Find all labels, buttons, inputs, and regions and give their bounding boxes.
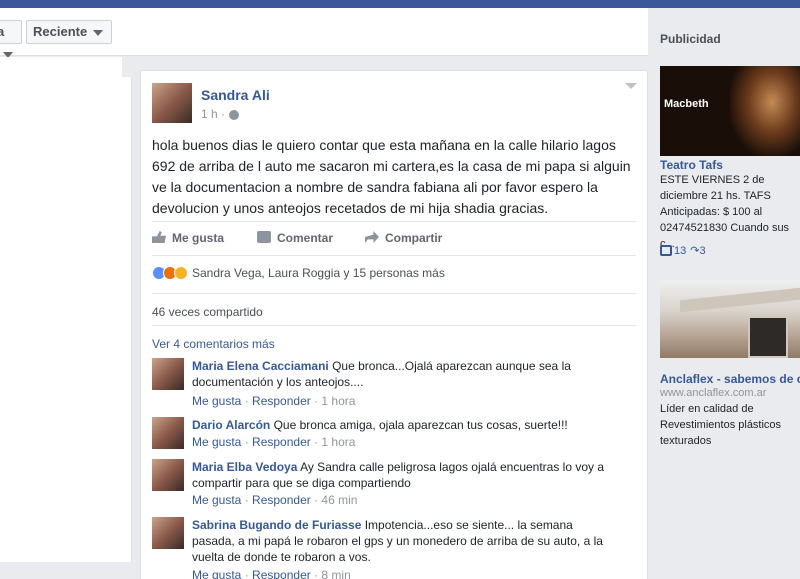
comment-time[interactable]: 1 hora <box>321 394 355 408</box>
ad-image-anclaflex[interactable] <box>660 280 800 358</box>
ad-title-teatro[interactable]: Teatro Tafs <box>660 158 723 172</box>
ad-title-anclaflex[interactable]: Anclaflex - sabemos de c... <box>660 372 800 386</box>
commenter-avatar[interactable] <box>152 459 184 491</box>
sort-dropdown-label: Reciente <box>33 24 88 39</box>
ad-stats: 13 ↷3 <box>660 244 706 257</box>
commenter-name[interactable]: Sabrina Bugando de Furiasse <box>192 518 361 532</box>
comment-like-link[interactable]: Me gusta <box>192 493 241 507</box>
commenter-name[interactable]: Maria Elena Cacciamani <box>192 359 329 373</box>
panel-divider <box>122 57 132 77</box>
comment-button[interactable]: Comentar <box>257 231 333 245</box>
commenter-avatar[interactable] <box>152 358 184 390</box>
top-nav-bar <box>0 0 800 8</box>
commenter-name[interactable]: Dario Alarcón <box>192 418 270 432</box>
comment-reply-link[interactable]: Responder <box>252 568 311 579</box>
chevron-down-icon <box>93 29 104 36</box>
building-roof <box>680 287 800 313</box>
sad-reaction-icon <box>174 266 188 280</box>
globe-icon <box>229 109 240 120</box>
feed-filter-bar: a Reciente <box>0 8 648 58</box>
post-text: hola buenos dias le quiero contar que es… <box>152 137 631 216</box>
comment-text-block: Maria Elba Vedoya Ay Sandra calle peligr… <box>192 459 607 491</box>
divider <box>152 221 636 222</box>
comment-time[interactable]: 46 min <box>321 493 357 507</box>
comment-reply-link[interactable]: Responder <box>252 394 311 408</box>
building-window <box>748 316 788 358</box>
filter-dropdown[interactable]: a <box>0 20 22 58</box>
comment-text-block: Dario Alarcón Que bronca amiga, ojala ap… <box>192 417 607 433</box>
ad-shares-count[interactable]: 3 <box>699 245 705 257</box>
commenter-avatar[interactable] <box>152 517 184 549</box>
comment-like-link[interactable]: Me gusta <box>192 394 241 408</box>
thumbs-up-icon <box>660 245 672 256</box>
ad-description-teatro: ESTE VIERNES 2 de diciembre 21 hs. TAFS … <box>660 174 790 250</box>
comment-text-block: Sabrina Bugando de Furiasse Impotencia..… <box>192 517 607 565</box>
divider <box>152 325 636 326</box>
comment-actions: Me gusta · Responder · 46 min <box>192 493 358 507</box>
commenter-name[interactable]: Maria Elba Vedoya <box>192 460 297 474</box>
ad-image-title: Macbeth <box>664 98 709 110</box>
comment-reply-link[interactable]: Responder <box>252 435 311 449</box>
comment-like-link[interactable]: Me gusta <box>192 435 241 449</box>
share-label: Compartir <box>385 231 443 245</box>
share-button[interactable]: Compartir <box>365 231 442 245</box>
ad-likes-count[interactable]: 13 <box>674 245 686 257</box>
filter-dropdown-label: a <box>0 24 5 39</box>
reactions-summary[interactable]: Sandra Vega, Laura Roggia y 15 personas … <box>152 266 642 280</box>
comment-time[interactable]: 8 min <box>321 568 350 579</box>
right-sidebar: Publicidad Macbeth Teatro Tafs ESTE VIER… <box>648 8 800 579</box>
post-actions: Me gusta Comentar Compartir <box>152 227 638 251</box>
post-author[interactable]: Sandra Ali <box>201 87 270 103</box>
view-more-comments-link[interactable]: Ver 4 comentarios más <box>152 337 275 351</box>
commenter-avatar[interactable] <box>152 417 184 449</box>
comment-text: Que bronca amiga, ojala aparezcan tus co… <box>273 418 568 432</box>
shares-count[interactable]: 46 veces compartido <box>152 305 263 319</box>
comment-like-link[interactable]: Me gusta <box>192 568 241 579</box>
comment-actions: Me gusta · Responder · 1 hora <box>192 394 356 408</box>
like-button[interactable]: Me gusta <box>152 231 224 245</box>
comment-text-block: Maria Elena Cacciamani Que bronca...Ojal… <box>192 358 607 390</box>
divider <box>152 293 636 294</box>
comment-icon <box>257 231 271 243</box>
post-meta: 1 h · <box>201 107 240 121</box>
like-label: Me gusta <box>172 231 225 245</box>
ad-description-anclaflex: Líder en calidad de Revestimientos plást… <box>660 403 782 447</box>
left-panel <box>0 57 132 562</box>
ad-image-teatro[interactable]: Macbeth <box>660 66 800 156</box>
stage-spotlight <box>730 66 800 156</box>
comment-time[interactable]: 1 hora <box>321 435 355 449</box>
post-options-chevron-icon[interactable] <box>625 83 637 89</box>
sort-dropdown[interactable]: Reciente <box>26 20 112 44</box>
thumbs-up-icon <box>152 231 166 243</box>
comment-reply-link[interactable]: Responder <box>252 493 311 507</box>
share-arrow-icon <box>365 231 379 243</box>
reactions-text: Sandra Vega, Laura Roggia y 15 personas … <box>192 266 445 280</box>
comment-label: Comentar <box>277 231 334 245</box>
author-avatar[interactable] <box>152 83 192 123</box>
divider <box>152 255 636 256</box>
ad-url-anclaflex[interactable]: www.anclaflex.com.ar <box>660 387 766 399</box>
comment-actions: Me gusta · Responder · 8 min <box>192 568 351 579</box>
ads-heading: Publicidad <box>660 32 721 46</box>
comment-actions: Me gusta · Responder · 1 hora <box>192 435 356 449</box>
post-card: Sandra Ali 1 h · hola buenos dias le qui… <box>140 70 648 579</box>
post-time[interactable]: 1 h · <box>201 107 225 121</box>
